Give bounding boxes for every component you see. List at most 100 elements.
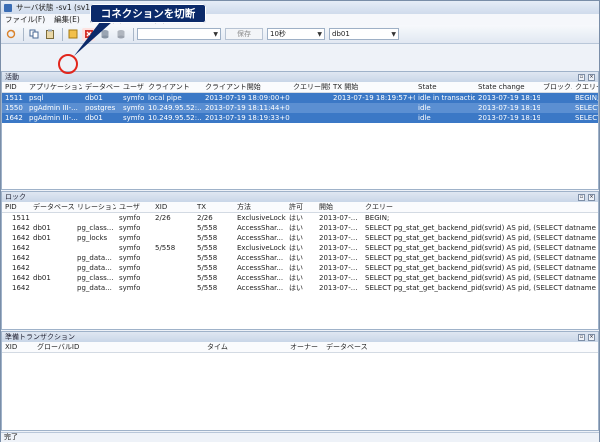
column-header[interactable]: PID <box>2 83 26 91</box>
cell-mode: ExclusiveLock <box>237 214 286 222</box>
cell-start: 2013-07-... <box>319 274 358 282</box>
cell-pid: 1642 <box>5 114 23 122</box>
cell-client: local pipe <box>148 94 182 102</box>
cell-client: 10.249.95.52:... <box>148 114 202 122</box>
table-row[interactable]: 1642 symfo 5/558 5/558 ExclusiveLock はい 2013-0… <box>2 243 598 253</box>
activity-table-header: PID アプリケーション名 データベース ユーザ クライアント クライアント開始… <box>2 82 598 93</box>
table-row[interactable]: 1550 pgAdmin III-... postgres symfo 10.2… <box>2 103 598 113</box>
cell-granted: はい <box>289 224 303 232</box>
cell-user: symfo <box>119 254 141 262</box>
cell-pid: 1550 <box>5 104 23 112</box>
column-header[interactable]: 許可 <box>286 202 316 212</box>
cell-user: symfo <box>123 114 145 122</box>
cell-query: SELECT pg_stat_get_backend_pid(svrid) AS… <box>365 264 598 272</box>
cell-client-start: 2013-07-19 18:19:33+09 <box>205 114 290 122</box>
cell-state-change: 2013-07-19 18:19... <box>478 104 540 112</box>
cell-mode: AccessShar... <box>237 224 284 232</box>
cell-start: 2013-07-... <box>319 214 358 222</box>
cell-user: symfo <box>119 214 141 222</box>
cell-xid: 2/26 <box>155 214 171 222</box>
cell-query: SELECT pg_stat_get_backend_pid(svrid) AS… <box>365 254 598 262</box>
table-row[interactable]: 1642 db01 pg_class... symfo 5/558 AccessShar.… <box>2 273 598 283</box>
column-header[interactable]: TX 開始 <box>330 82 415 92</box>
cell-db: db01 <box>33 274 51 282</box>
column-header[interactable]: オーナー <box>287 342 323 352</box>
cell-db: db01 <box>33 234 51 242</box>
cell-user: symfo <box>119 274 141 282</box>
close-icon[interactable]: × <box>588 333 595 341</box>
cell-query: SELECT pg_stat_get_backend_pid(svrid) AS… <box>365 234 598 242</box>
cell-pid: 1642 <box>12 264 30 272</box>
table-row[interactable]: 1642 pgAdmin III-... db01 symfo 10.249.9… <box>2 113 598 123</box>
table-row[interactable]: 1511 symfo 2/26 2/26 ExclusiveLock はい 2013-07-… <box>2 213 598 223</box>
cell-user: symfo <box>123 94 145 102</box>
cell-pid: 1642 <box>12 284 30 292</box>
column-header[interactable]: データベース <box>323 342 383 352</box>
table-row[interactable]: 1642 pg_data... symfo 5/558 AccessShar... はい 2… <box>2 263 598 273</box>
column-header[interactable]: クライアント開始 <box>202 82 290 92</box>
column-header[interactable]: クエリー開始 <box>290 82 330 92</box>
column-header[interactable]: ブロック... <box>540 82 572 92</box>
cell-query: SELECT <box>575 114 598 122</box>
prepared-transactions-panel: 準備トランザクション ▫ × XID グローバルID タイム オーナー データベー… <box>1 331 599 431</box>
column-header[interactable]: クエリー <box>362 202 598 212</box>
cell-pid: 1642 <box>12 234 30 242</box>
status-bar: 完了 <box>1 432 599 442</box>
cell-mode: AccessShar... <box>237 274 284 282</box>
cell-pid: 1511 <box>12 214 30 222</box>
column-header[interactable]: XID <box>2 343 34 351</box>
cell-mode: AccessShar... <box>237 264 284 272</box>
cell-tx: 5/558 <box>197 254 218 262</box>
cell-client-start: 2013-07-19 18:09:00+09 <box>205 94 290 102</box>
column-header[interactable]: データベース <box>30 202 74 212</box>
cell-pid: 1642 <box>12 254 30 262</box>
column-header[interactable]: PID <box>2 203 30 211</box>
cell-state: idle <box>418 114 431 122</box>
prepared-panel-title: 準備トランザクション <box>5 333 75 341</box>
table-row[interactable]: 1511 psql db01 symfo local pipe 2013-07-… <box>2 93 598 103</box>
table-row[interactable]: 1642 pg_data... symfo 5/558 AccessShar... はい 2… <box>2 283 598 293</box>
column-header[interactable]: グローバルID <box>34 342 204 352</box>
column-header[interactable]: クエリー <box>572 82 598 92</box>
table-row[interactable]: 1642 pg_data... symfo 5/558 AccessShar... はい 2… <box>2 253 598 263</box>
cell-start: 2013-07-... <box>319 254 358 262</box>
column-header[interactable]: データベース <box>82 82 120 92</box>
locks-panel-title: ロック <box>5 193 26 201</box>
minimize-icon[interactable]: ▫ <box>578 333 585 341</box>
table-row[interactable]: 1642 db01 pg_class... symfo 5/558 AccessShar.… <box>2 223 598 233</box>
column-header[interactable]: XID <box>152 203 194 211</box>
cell-query: SELECT pg_stat_get_backend_pid(svrid) AS… <box>365 284 598 292</box>
column-header[interactable]: クライアント <box>145 82 202 92</box>
column-header[interactable]: リレーション <box>74 202 116 212</box>
cell-granted: はい <box>289 214 303 222</box>
cell-granted: はい <box>289 234 303 242</box>
close-icon[interactable]: × <box>588 193 595 201</box>
cell-rel: pg_locks <box>77 234 108 242</box>
minimize-icon[interactable]: ▫ <box>578 193 585 201</box>
cell-start: 2013-07-... <box>319 224 358 232</box>
cell-state-change: 2013-07-19 18:19... <box>478 94 540 102</box>
cell-app: pgAdmin III-... <box>29 104 78 112</box>
table-row[interactable]: 1642 db01 pg_locks symfo 5/558 AccessShar... は… <box>2 233 598 243</box>
column-header[interactable]: ユーザ <box>120 82 145 92</box>
cell-db: db01 <box>85 94 103 102</box>
cell-mode: AccessShar... <box>237 284 284 292</box>
column-header[interactable]: State change <box>475 83 540 91</box>
prepared-table-header: XID グローバルID タイム オーナー データベース <box>2 342 598 353</box>
cell-app: pgAdmin III-... <box>29 114 78 122</box>
column-header[interactable]: TX <box>194 203 234 211</box>
column-header[interactable]: ユーザ <box>116 202 152 212</box>
column-header[interactable]: State <box>415 83 475 91</box>
cell-tx: 5/558 <box>197 274 218 282</box>
locks-table-body: 1511 symfo 2/26 2/26 ExclusiveLock はい 2013-07-… <box>2 213 598 293</box>
cell-client: 10.249.95.52:... <box>148 104 202 112</box>
cell-pid: 1642 <box>12 224 30 232</box>
column-header[interactable]: タイム <box>204 342 287 352</box>
cell-granted: はい <box>289 264 303 272</box>
activity-panel: 活動 ▫× PID アプリケーション名 データベース ユーザ クライアント クラ… <box>1 71 599 190</box>
column-header[interactable]: アプリケーション名 <box>26 82 82 92</box>
cell-rel: pg_class... <box>77 274 114 282</box>
column-header[interactable]: 方法 <box>234 202 286 212</box>
cell-state: idle in transaction <box>418 94 475 102</box>
column-header[interactable]: 開始 <box>316 202 362 212</box>
